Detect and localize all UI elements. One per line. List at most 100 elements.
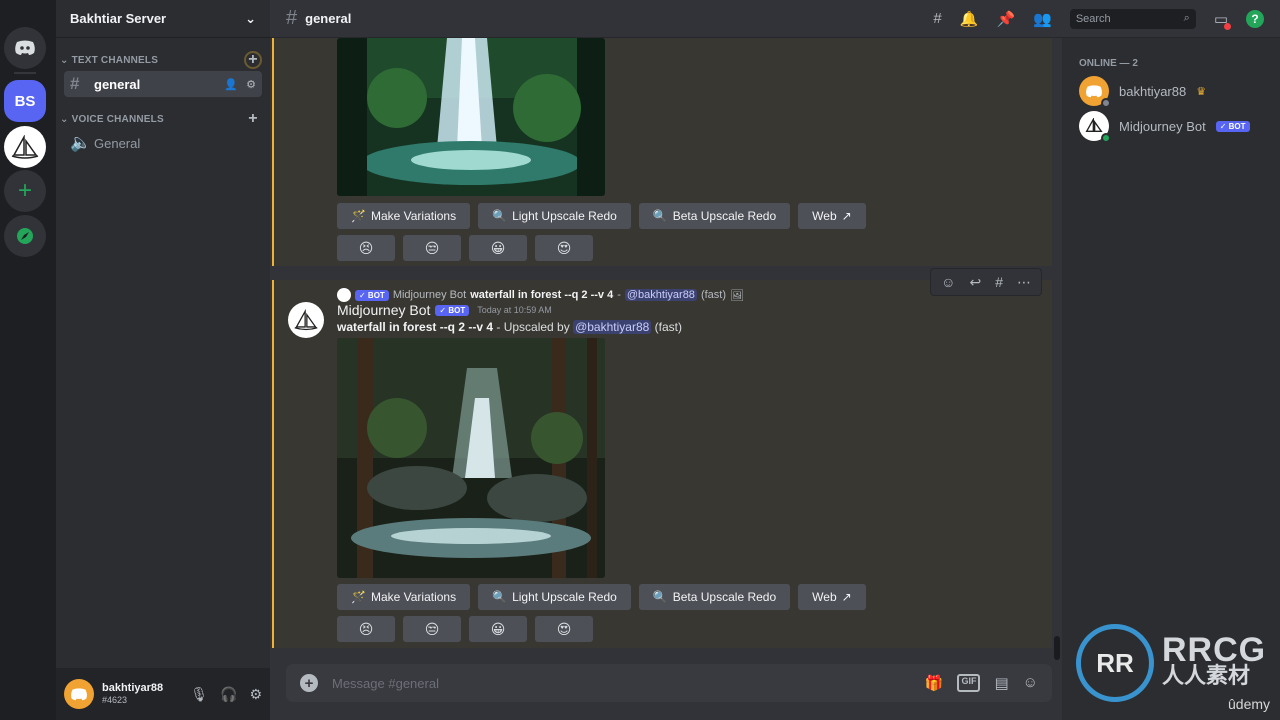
- add-reaction-icon[interactable]: ☺: [941, 274, 955, 290]
- server-header[interactable]: Bakhtiar Server ⌄: [56, 0, 270, 38]
- make-variations-button[interactable]: 🪄 Make Variations: [337, 203, 471, 229]
- pin-icon[interactable]: 📌: [996, 10, 1015, 28]
- light-upscale-redo-button[interactable]: 🔍 Light Upscale Redo: [478, 584, 631, 610]
- reaction-unamused[interactable]: 😒: [403, 616, 461, 642]
- add-attachment-icon[interactable]: +: [300, 674, 318, 692]
- magnifier-icon: 🔍: [652, 209, 668, 223]
- headphones-icon[interactable]: 🎧: [220, 686, 237, 703]
- magic-wand-icon: 🪄: [351, 209, 366, 223]
- gear-icon[interactable]: ⚙: [246, 78, 256, 91]
- mute-mic-icon[interactable]: 🎙: [190, 686, 208, 703]
- thread-icon[interactable]: #: [995, 274, 1003, 290]
- category-label: TEXT CHANNELS: [71, 54, 159, 66]
- avatar: [337, 288, 351, 302]
- category-text-channels[interactable]: ⌄ TEXT CHANNELS +: [60, 51, 262, 69]
- more-icon[interactable]: ⋯: [1017, 274, 1031, 291]
- web-button[interactable]: Web ↗: [798, 203, 866, 229]
- watermark: RR RRCG 人人素材: [1076, 624, 1266, 702]
- watermark-logo: RR: [1076, 624, 1154, 702]
- author-name[interactable]: Midjourney Bot: [337, 302, 430, 318]
- bot-badge: ✓ BOT: [435, 304, 470, 316]
- channel-name: general: [94, 76, 141, 92]
- reply-prompt: waterfall in forest --q 2 --v 4: [470, 289, 614, 301]
- avatar[interactable]: [288, 302, 324, 338]
- generated-image[interactable]: [337, 38, 605, 196]
- help-icon[interactable]: ?: [1246, 9, 1264, 28]
- voice-channel-general[interactable]: 🔈 General: [64, 130, 262, 156]
- search-input[interactable]: Search ⌕: [1069, 8, 1196, 29]
- create-channel-icon[interactable]: +: [244, 51, 262, 69]
- emoji-icon[interactable]: ☺: [1023, 674, 1038, 692]
- bell-icon[interactable]: 🔔: [960, 10, 979, 28]
- crown-icon: ♛: [1196, 85, 1207, 98]
- image-icon: 🖼: [730, 289, 744, 302]
- status-indicator: [1101, 98, 1111, 108]
- reaction-persevere[interactable]: 😣: [337, 616, 395, 642]
- hash-icon: #: [286, 7, 298, 29]
- member-group-heading: ONLINE — 2: [1079, 58, 1138, 69]
- reaction-heart-eyes[interactable]: 😍: [535, 235, 593, 261]
- server-bs-icon[interactable]: BS: [4, 80, 46, 122]
- channel-title: general: [305, 11, 352, 26]
- gift-icon[interactable]: 🎁: [925, 674, 944, 692]
- midjourney-server-icon[interactable]: [4, 126, 46, 168]
- create-channel-icon[interactable]: +: [244, 110, 262, 128]
- scrollbar[interactable]: [1054, 636, 1060, 660]
- mention[interactable]: @bakhtiyar88: [624, 289, 697, 301]
- user-tag: #4623: [102, 695, 128, 705]
- reaction-unamused[interactable]: 😒: [403, 235, 461, 261]
- reply-reference[interactable]: ✓ BOT Midjourney Bot waterfall in forest…: [337, 288, 744, 302]
- reaction-grinning[interactable]: 😀: [469, 235, 527, 261]
- avatar: [1079, 111, 1111, 143]
- upscaled-image[interactable]: [337, 338, 605, 578]
- add-server-icon[interactable]: +: [4, 170, 46, 212]
- invite-icon[interactable]: 👤: [224, 78, 238, 91]
- avatar: [1079, 76, 1111, 108]
- threads-icon[interactable]: #: [933, 10, 941, 27]
- web-button[interactable]: Web ↗: [798, 584, 866, 610]
- watermark-text: RRCG: [1162, 631, 1267, 669]
- reaction-grinning[interactable]: 😀: [469, 616, 527, 642]
- reply-icon[interactable]: ↩: [969, 274, 981, 291]
- channel-header: # general # 🔔 📌 👥 Search ⌕ ▭ ?: [270, 0, 1280, 38]
- sticker-icon[interactable]: ▤: [994, 674, 1008, 692]
- message[interactable]: ☺ ↩ # ⋯ ✓ BOT Midjourney Bot waterfall i…: [272, 268, 1052, 648]
- explore-icon[interactable]: [4, 215, 46, 257]
- discord-home-icon[interactable]: [4, 27, 46, 69]
- avatar[interactable]: [64, 679, 94, 709]
- search-icon: ⌕: [1183, 12, 1190, 24]
- button-label: Light Upscale Redo: [512, 590, 617, 604]
- message-input[interactable]: Message #general: [332, 676, 911, 691]
- member-item[interactable]: Midjourney Bot ✓ BOT: [1079, 111, 1250, 143]
- reaction-persevere[interactable]: 😣: [337, 235, 395, 261]
- category-voice-channels[interactable]: ⌄ VOICE CHANNELS +: [60, 110, 262, 128]
- speed-text: (fast): [654, 320, 682, 334]
- channel-sidebar: Bakhtiar Server ⌄ ⌄ TEXT CHANNELS + # gen…: [56, 0, 270, 720]
- external-link-icon: ↗: [841, 590, 852, 604]
- message[interactable]: 🪄 Make Variations 🔍 Light Upscale Redo 🔍 Be…: [272, 38, 1052, 266]
- message-list: 🪄 Make Variations 🔍 Light Upscale Redo 🔍 Be…: [270, 38, 1062, 650]
- chevron-down-icon: ⌄: [60, 113, 69, 125]
- status-indicator: [1101, 133, 1111, 143]
- reaction-heart-eyes[interactable]: 😍: [535, 616, 593, 642]
- channel-general[interactable]: # general 👤 ⚙: [64, 71, 262, 97]
- member-item[interactable]: bakhtiyar88 ♛: [1079, 76, 1207, 108]
- make-variations-button[interactable]: 🪄 Make Variations: [337, 584, 471, 610]
- beta-upscale-redo-button[interactable]: 🔍 Beta Upscale Redo: [638, 203, 791, 229]
- mention[interactable]: @bakhtiyar88: [573, 320, 652, 334]
- members-icon[interactable]: 👥: [1033, 10, 1052, 28]
- magnifier-icon: 🔍: [652, 590, 668, 604]
- action-buttons: 🪄 Make Variations 🔍 Light Upscale Redo 🔍 Be…: [337, 584, 866, 610]
- rail-separator: [14, 72, 36, 74]
- message-composer[interactable]: + Message #general 🎁 GIF ▤ ☺: [286, 664, 1052, 702]
- action-buttons: 🪄 Make Variations 🔍 Light Upscale Redo 🔍 Be…: [337, 203, 866, 229]
- reply-author: Midjourney Bot: [392, 289, 467, 301]
- server-rail: BS +: [0, 0, 56, 720]
- light-upscale-redo-button[interactable]: 🔍 Light Upscale Redo: [478, 203, 631, 229]
- beta-upscale-redo-button[interactable]: 🔍 Beta Upscale Redo: [638, 584, 791, 610]
- chevron-down-icon: ⌄: [60, 54, 69, 66]
- gif-icon[interactable]: GIF: [957, 674, 981, 692]
- udemy-logo: ûdemy: [1228, 696, 1271, 712]
- inbox-icon[interactable]: ▭: [1214, 10, 1232, 30]
- gear-icon[interactable]: ⚙: [249, 686, 262, 703]
